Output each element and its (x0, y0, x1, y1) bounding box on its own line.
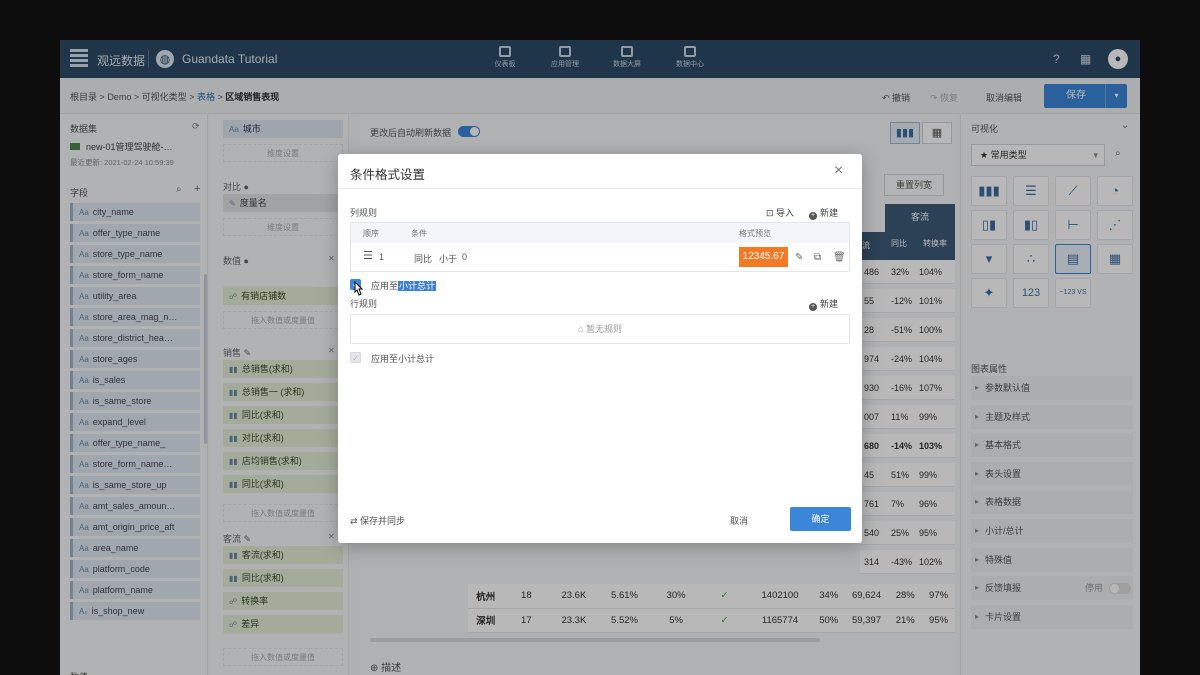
mouse-cursor-icon (354, 281, 364, 296)
drag-handle-icon[interactable]: ☰ (363, 249, 373, 262)
conditional-format-dialog: 条件格式设置 × 列规则 ⊡ 导入 + 新建 顺序 条件 格式预览 ☰ 1 同比 … (338, 154, 862, 543)
dialog-title: 条件格式设置 (350, 168, 426, 182)
apply-row-subtotal-checkbox[interactable]: ✓ (350, 352, 361, 363)
apply-subtotal-label: 应用至小计总计 (371, 281, 437, 291)
format-preview: 12345.67 (739, 247, 788, 267)
divider (338, 188, 862, 189)
column-rules-title: 列规则 (350, 208, 378, 218)
confirm-button[interactable]: 确定 (790, 507, 851, 531)
rule-table-header: 顺序 条件 格式预览 (351, 223, 849, 243)
row-rules-title: 行规则 (350, 299, 378, 309)
cancel-button[interactable]: 取消 (730, 514, 748, 527)
empty-row-rules: ⌂ 暂无规则 (350, 314, 850, 344)
new-row-rule-button[interactable]: + 新建 (809, 297, 838, 311)
apply-row-subtotal-label: 应用至小计总计 (371, 354, 435, 364)
save-sync-button[interactable]: ⇄ 保存并同步 (350, 514, 405, 527)
column-rule-table: 顺序 条件 格式预览 ☰ 1 同比 小于 0 12345.67 ✎ ⧉ 🗑 (350, 222, 850, 272)
rule-row[interactable]: ☰ 1 同比 小于 0 12345.67 ✎ ⧉ 🗑 (351, 243, 849, 271)
close-icon[interactable]: × (834, 162, 843, 180)
copy-icon[interactable]: ⧉ (814, 252, 821, 263)
new-column-rule-button[interactable]: + 新建 (809, 206, 838, 220)
delete-icon[interactable]: 🗑 (833, 252, 846, 263)
edit-icon[interactable]: ✎ (795, 252, 803, 263)
import-button[interactable]: ⊡ 导入 (766, 206, 794, 219)
